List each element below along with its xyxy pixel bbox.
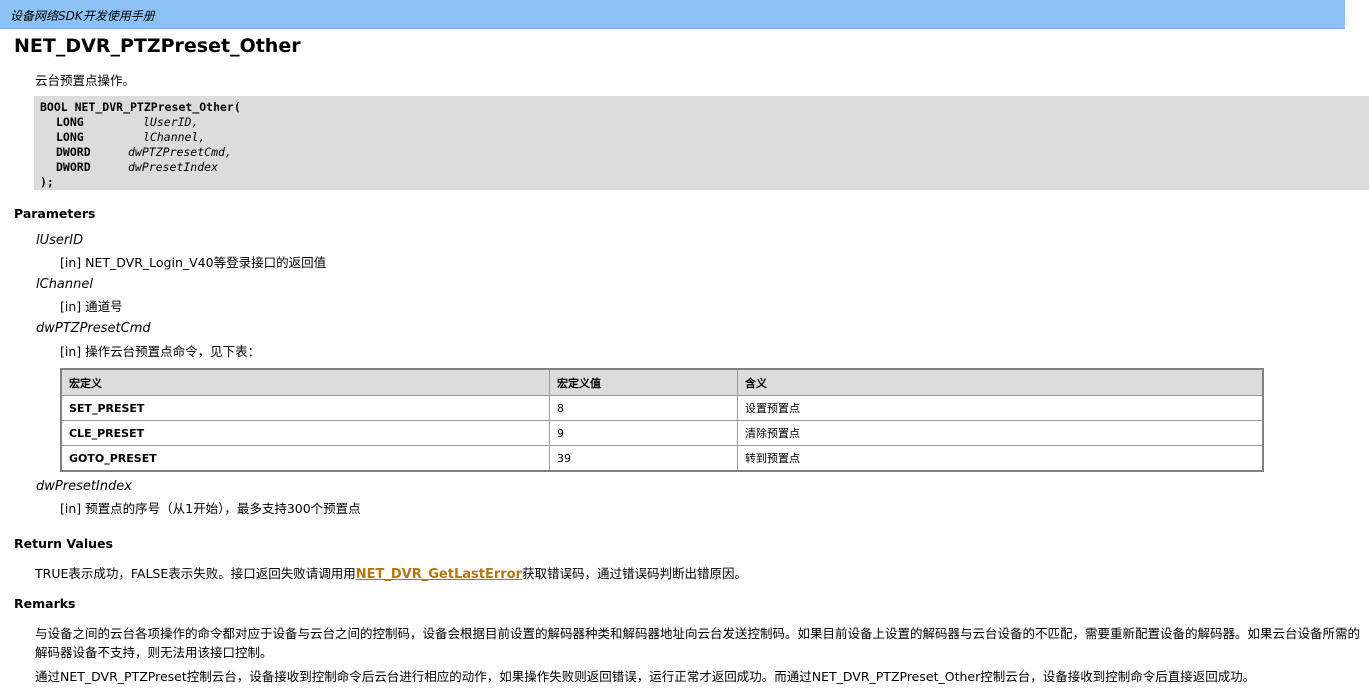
table-row: SET_PRESET 8 设置预置点: [60, 395, 1264, 421]
table-header-cell: 宏定义值: [549, 368, 738, 396]
param-name: dwPTZPresetCmd,: [128, 145, 232, 159]
table-cell: 9: [549, 420, 738, 446]
param-type: DWORD: [56, 160, 91, 174]
table-cell: 清除预置点: [737, 420, 1264, 446]
param-dwPresetIndex-desc: [in] 预置点的序号（从1开始），最多支持300个预置点: [60, 501, 361, 516]
param-dwPTZPresetCmd-desc: [in] 操作云台预置点命令，见下表：: [60, 344, 261, 359]
param-name: lChannel,: [143, 130, 206, 144]
table-cell: SET_PRESET: [60, 395, 550, 421]
table-row: GOTO_PRESET 39 转到预置点: [60, 445, 1264, 472]
param-type: LONG: [56, 115, 84, 129]
table-cell: GOTO_PRESET: [60, 445, 550, 472]
signature-close: );: [40, 175, 54, 189]
table-row: CLE_PRESET 9 清除预置点: [60, 420, 1264, 446]
param-lUserID-desc: [in] NET_DVR_Login_V40等登录接口的返回值: [60, 255, 327, 270]
table-cell: 39: [549, 445, 738, 472]
table-header-cell: 宏定义: [60, 368, 550, 396]
remarks-paragraph-1: 与设备之间的云台各项操作的命令都对应于设备与云台之间的控制码，设备会根据目前设置…: [35, 626, 1361, 660]
section-return-values: Return Values: [14, 536, 113, 551]
table-cell: 转到预置点: [737, 445, 1264, 472]
section-parameters: Parameters: [14, 206, 96, 221]
param-dwPTZPresetCmd-name: dwPTZPresetCmd: [36, 321, 151, 336]
doc-header-bar: 设备网络SDK开发使用手册: [0, 0, 1345, 29]
param-dwPresetIndex-name: dwPresetIndex: [36, 479, 132, 494]
doc-header-title: 设备网络SDK开发使用手册: [10, 9, 155, 23]
remarks-paragraph-2: 通过NET_DVR_PTZPreset控制云台，设备接收到控制命令后云台进行相应…: [35, 669, 1256, 684]
get-last-error-link[interactable]: NET_DVR_GetLastError: [356, 567, 522, 582]
param-type: DWORD: [56, 145, 91, 159]
param-type: LONG: [56, 130, 84, 144]
param-name: lUserID,: [143, 115, 199, 129]
page-title: NET_DVR_PTZPreset_Other: [14, 35, 301, 57]
section-remarks: Remarks: [14, 596, 76, 611]
table-cell: CLE_PRESET: [60, 420, 550, 446]
table-header-cell: 含义: [737, 368, 1264, 396]
param-lChannel-desc: [in] 通道号: [60, 299, 123, 314]
param-name: dwPresetIndex: [128, 160, 219, 174]
return-values-text: TRUE表示成功，FALSE表示失败。接口返回失败请调用用NET_DVR_Get…: [35, 563, 747, 582]
return-text-after: 获取错误码，通过错误码判断出错原因。: [522, 566, 748, 581]
signature-line: BOOL NET_DVR_PTZPreset_Other(: [40, 100, 241, 114]
table-cell: 8: [549, 395, 738, 421]
table-header-row: 宏定义 宏定义值 含义: [60, 368, 1264, 396]
table-cell: 设置预置点: [737, 395, 1264, 421]
param-lChannel-name: lChannel: [36, 277, 93, 292]
preset-command-table: 宏定义 宏定义值 含义 SET_PRESET 8 设置预置点 CLE_PRESE…: [60, 368, 1264, 472]
return-text-before: TRUE表示成功，FALSE表示失败。接口返回失败请调用用: [35, 566, 356, 581]
function-signature-block: BOOL NET_DVR_PTZPreset_Other( LONG lUser…: [34, 96, 1369, 190]
function-summary: 云台预置点操作。: [35, 73, 136, 88]
header-right-strip: [1345, 0, 1369, 28]
param-lUserID-name: lUserID: [36, 233, 84, 248]
